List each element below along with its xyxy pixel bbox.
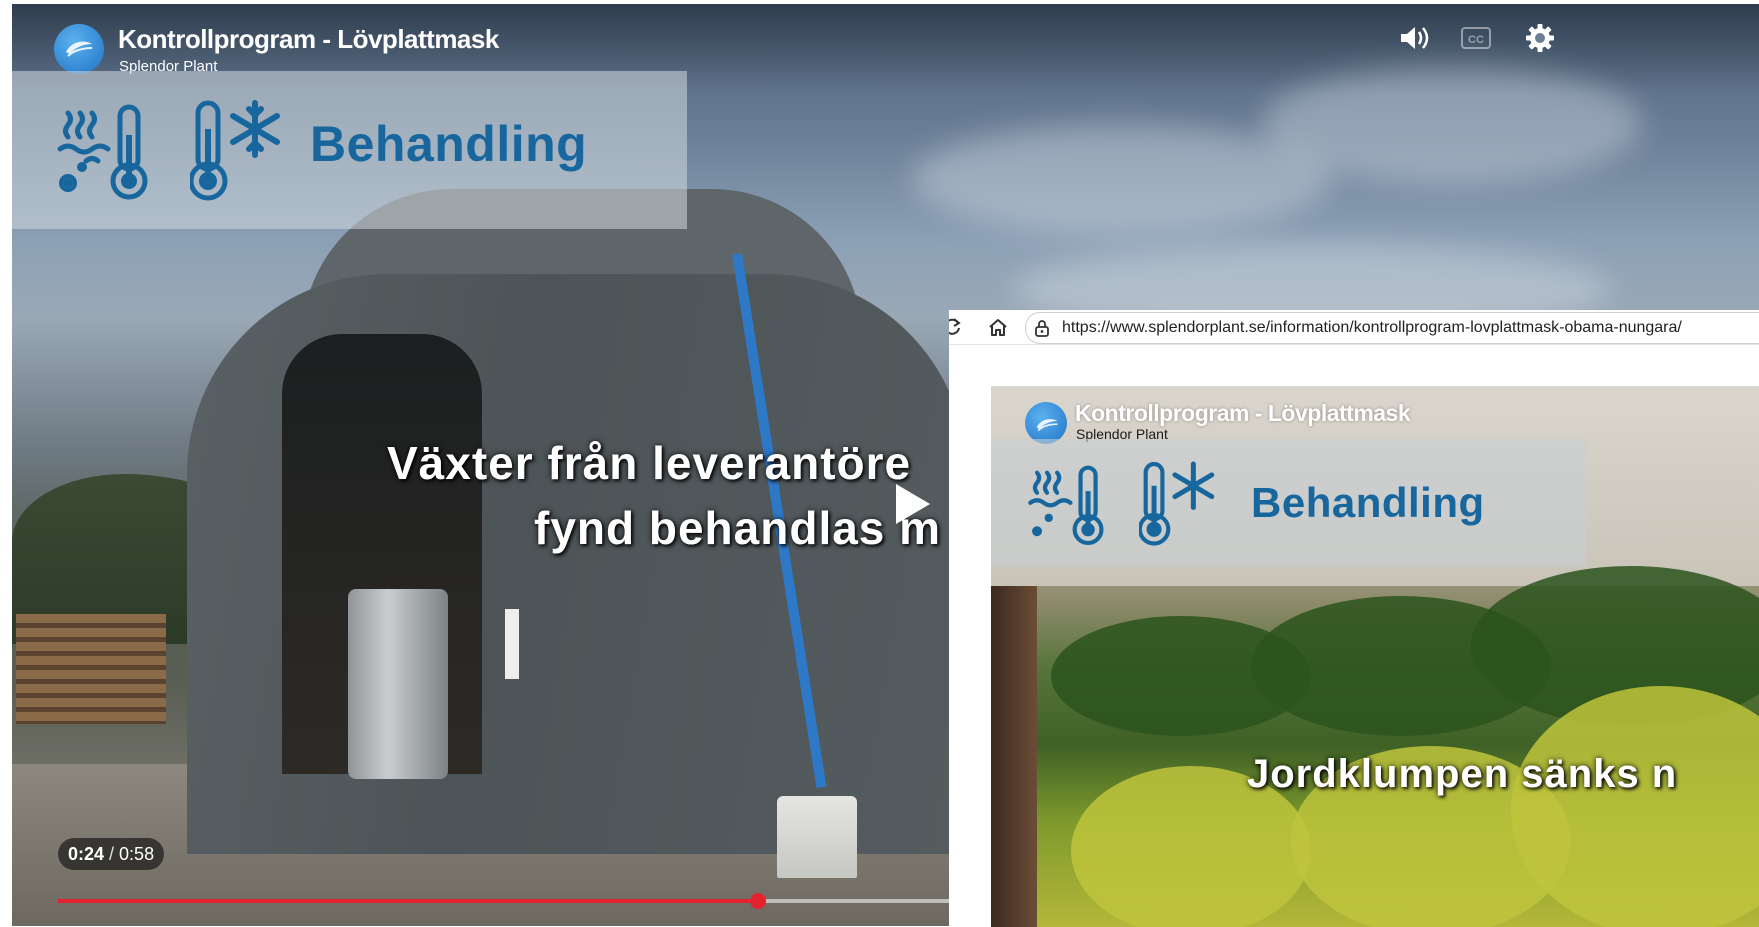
closed-captions-icon[interactable]: CC (1458, 20, 1494, 56)
time-display: 0:24/0:58 (58, 838, 165, 870)
foliage (1511, 686, 1759, 927)
time-separator: / (109, 844, 115, 864)
scrubber-handle[interactable] (749, 893, 766, 909)
treatment-banner: Behandling (12, 71, 687, 229)
embed-channel-logo[interactable] (1025, 402, 1067, 444)
play-icon[interactable] (892, 482, 932, 526)
subtitle-line-1: Växter från leverantöre (387, 437, 912, 489)
current-time: 0:24 (68, 844, 105, 864)
banner-label: Behandling (310, 116, 588, 172)
embedded-video[interactable]: Kontrollprogram - Lövplattmask Splendor … (991, 386, 1759, 927)
warning-sign (505, 609, 519, 679)
browser-window: https://www.splendorplant.se/information… (949, 310, 1759, 927)
browser-toolbar: https://www.splendorplant.se/information… (949, 310, 1759, 345)
url-text[interactable]: https://www.splendorplant.se/information… (1062, 319, 1682, 337)
embed-treatment-banner: Behandling (991, 439, 1586, 567)
cold-thermometer-icon (190, 100, 280, 201)
duration: 0:58 (119, 844, 155, 864)
progress-played (58, 899, 758, 903)
heat-water-thermometer-icon (57, 104, 148, 200)
svg-text:CC: CC (1468, 34, 1484, 46)
subtitle-line-2: fynd behandlas m (534, 502, 942, 554)
video-title[interactable]: Kontrollprogram - Lövplattmask (118, 24, 499, 55)
heat-water-thermometer-icon (1028, 465, 1104, 546)
address-bar[interactable]: https://www.splendorplant.se/information… (1025, 312, 1759, 344)
cold-thermometer-icon (1139, 461, 1215, 546)
reload-icon[interactable] (949, 316, 963, 338)
settings-icon[interactable] (1522, 20, 1558, 56)
home-icon[interactable] (987, 316, 1009, 338)
boiler-tank (348, 589, 448, 779)
embed-video-title[interactable]: Kontrollprogram - Lövplattmask (1075, 400, 1411, 427)
leaf-logo-icon (1036, 419, 1058, 432)
pallet-stack (16, 614, 166, 724)
concrete-weight (777, 796, 857, 878)
channel-logo[interactable] (54, 24, 104, 74)
wooden-post (991, 586, 1037, 927)
leaf-logo-icon (66, 41, 93, 57)
lock-icon[interactable] (1034, 319, 1050, 337)
volume-icon[interactable] (1396, 20, 1432, 56)
embed-banner-label: Behandling (1251, 479, 1485, 526)
embed-subtitle: Jordklumpen sänks n (1247, 752, 1678, 796)
